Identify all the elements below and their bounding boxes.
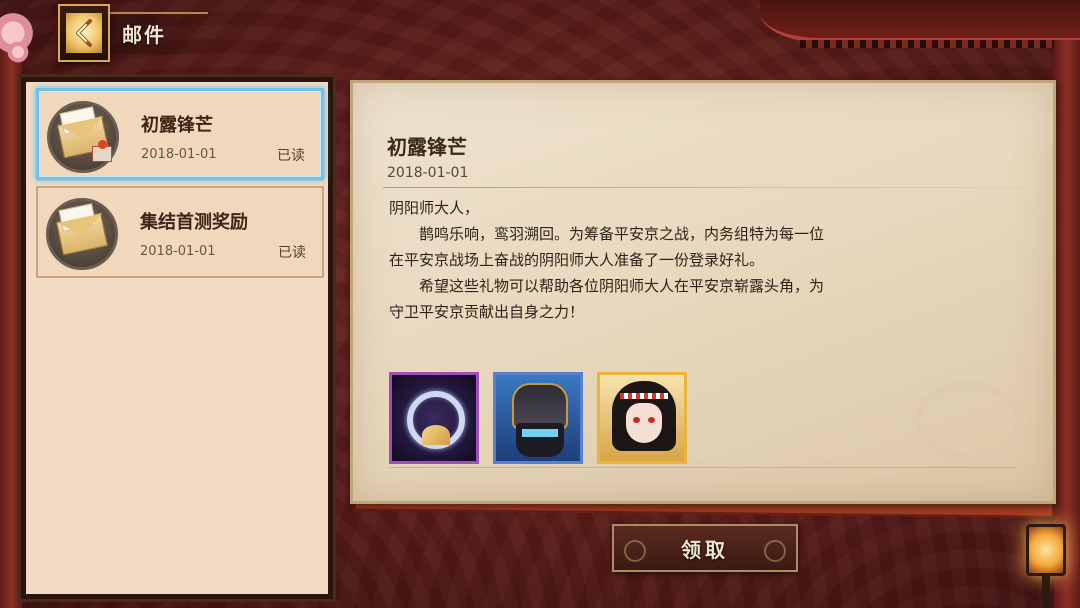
mail-detail-panel: 初露锋芒 2018-01-01 阴阳师大人， 鹊鸣乐响，鸾羽溯回。为筹备平安京之… — [350, 80, 1056, 504]
mail-paragraph: 希望这些礼物可以帮助各位阴阳师大人在平安京崭露头角，为 — [419, 277, 825, 295]
reward-list — [389, 372, 687, 464]
envelope-icon — [46, 198, 118, 270]
mail-read-status: 已读 — [277, 148, 305, 164]
back-arrow-icon — [66, 13, 102, 53]
mail-read-status: 已读 — [278, 245, 306, 261]
shikigami-girl-portrait-icon[interactable] — [597, 372, 687, 464]
gift-envelope-icon — [47, 101, 119, 173]
mail-item[interactable]: 集结首测奖励 2018-01-01 已读 — [36, 186, 324, 278]
mail-list: 初露锋芒 2018-01-01 已读 集结首测奖励 2018-01-01 已读 — [26, 82, 328, 594]
mail-paragraph: 鹊鸣乐响，鸾羽溯回。为筹备平安京之战，内务组特为每一位 — [419, 225, 825, 243]
divider — [389, 467, 1017, 468]
page-title: 邮件 — [122, 23, 166, 47]
mail-item[interactable]: 初露锋芒 2018-01-01 已读 — [36, 88, 324, 180]
back-button[interactable] — [58, 4, 110, 62]
mail-paragraph: 守卫平安京贡献出自身之力！ — [389, 303, 585, 321]
blossom-decoration — [6, 40, 30, 64]
roof-decoration — [760, 0, 1080, 48]
ring-fan-item-icon[interactable] — [389, 372, 479, 464]
mail-title: 初露锋芒 — [141, 115, 213, 136]
mail-greeting: 阴阳师大人， — [389, 199, 480, 217]
mail-title: 集结首测奖励 — [140, 212, 248, 233]
mail-paragraph: 在平安京战场上奋战的阴阳师大人准备了一份登录好礼。 — [389, 251, 765, 269]
lantern-post — [1042, 576, 1050, 608]
mail-date: 2018-01-01 — [140, 244, 216, 259]
lantern-icon — [1026, 524, 1066, 576]
swirl-decoration — [913, 381, 1023, 461]
mail-detail-title: 初露锋芒 — [387, 135, 467, 159]
mail-date: 2018-01-01 — [141, 147, 217, 162]
mail-detail-date: 2018-01-01 — [387, 165, 469, 181]
mail-body: 阴阳师大人， 鹊鸣乐响，鸾羽溯回。为筹备平安京之战，内务组特为每一位 在平安京战… — [389, 195, 979, 325]
divider — [383, 187, 1025, 188]
claim-button-label: 领取 — [681, 537, 729, 562]
claim-button[interactable]: 领取 — [612, 524, 798, 572]
armored-warrior-icon[interactable] — [493, 372, 583, 464]
mail-list-panel: 初露锋芒 2018-01-01 已读 集结首测奖励 2018-01-01 已读 — [18, 74, 336, 602]
